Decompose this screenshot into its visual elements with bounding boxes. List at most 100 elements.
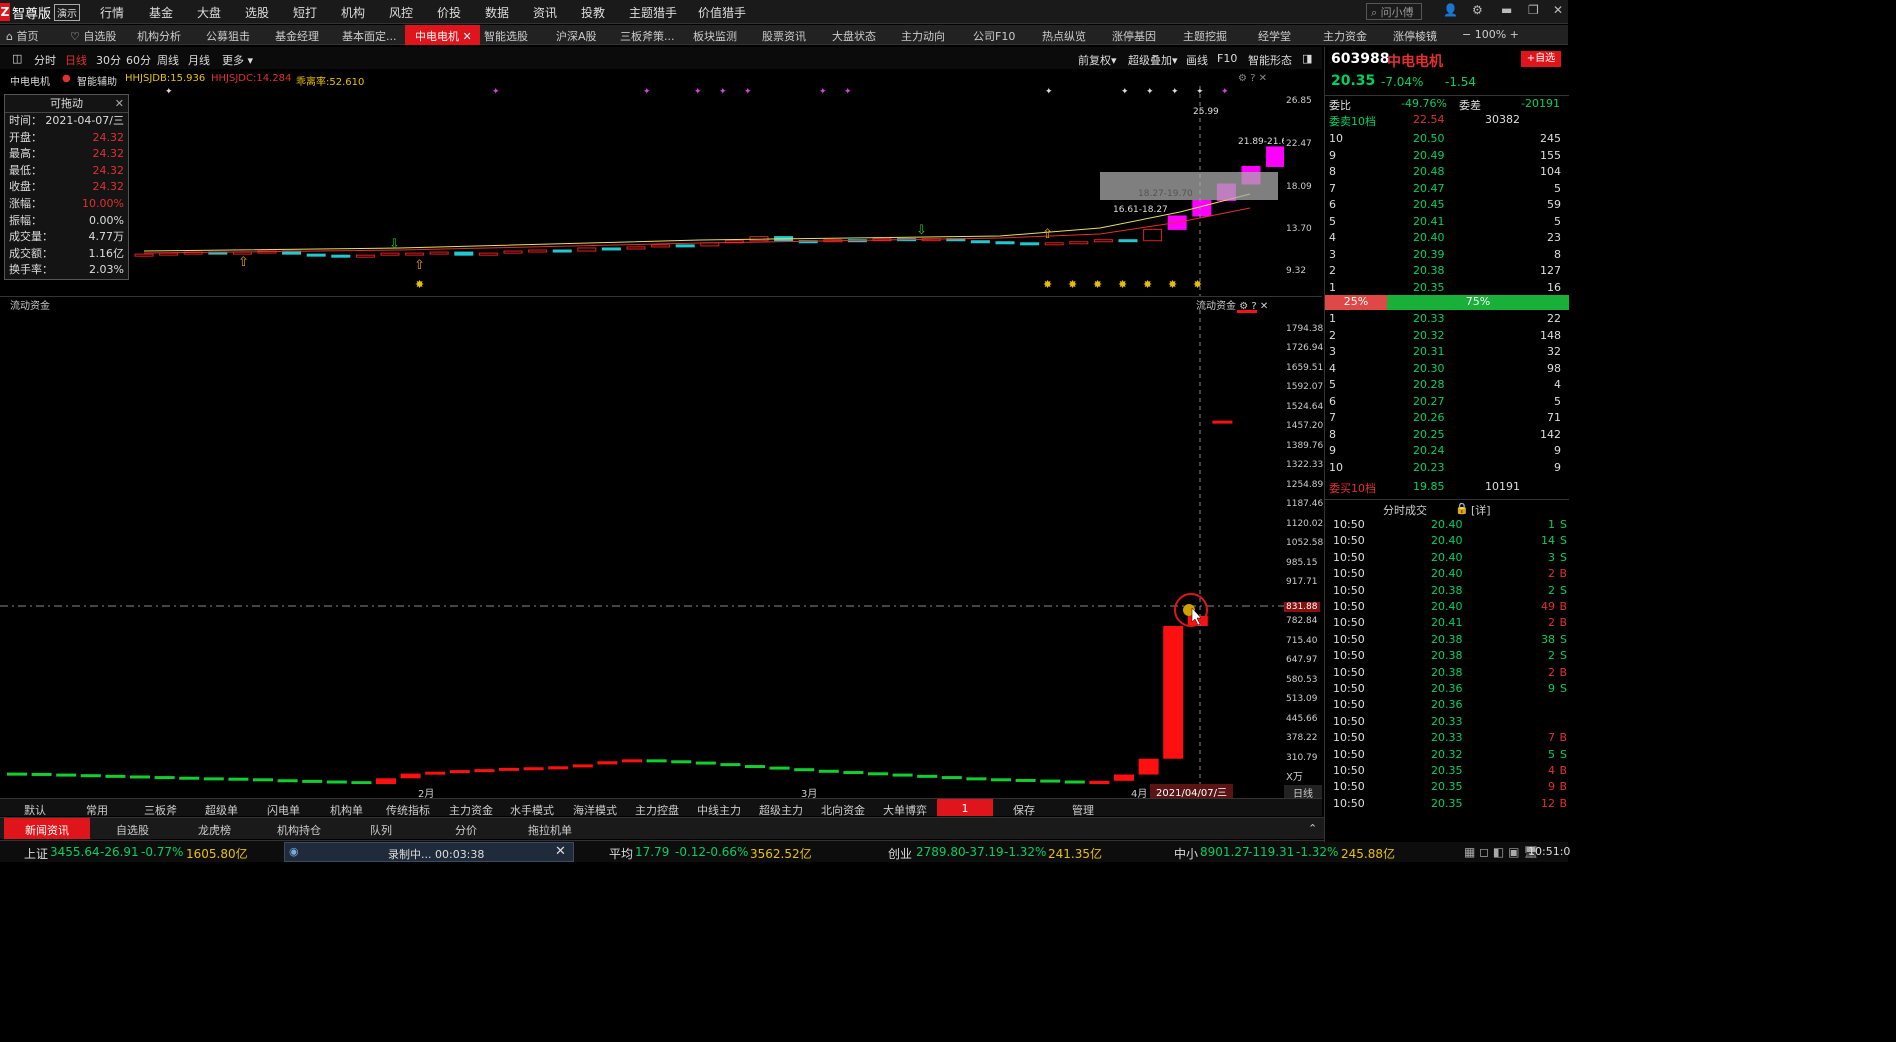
indicator-tab[interactable]: 默认 [24,802,46,818]
restore-icon[interactable]: ❐ [1528,3,1539,17]
ask-row[interactable]: 9 20.49 155 [1325,148,1569,165]
bottom-tab[interactable]: 分价 [455,822,477,838]
period-30min[interactable]: 30分 [96,52,121,68]
menu-item[interactable]: 选股 [245,4,269,21]
indicator-tab[interactable]: 传统指标 [386,802,430,818]
zoom-out-icon[interactable]: − [1462,28,1471,41]
expand-icon[interactable]: ⌃ [1308,822,1317,835]
menu-item[interactable]: 价值猎手 [698,4,746,21]
search-input[interactable]: ⌕ 问小傅 [1366,3,1422,20]
indicator-tab[interactable]: 管理 [1072,802,1094,818]
indicator-tab[interactable]: 1 [937,799,993,816]
bid-row[interactable]: 7 20.26 71 [1325,410,1569,427]
ask-row[interactable]: 1 20.35 16 [1325,280,1569,297]
indicator-tab[interactable]: 保存 [1013,802,1035,818]
period-intraday[interactable]: 分时 [34,52,56,68]
period-60min[interactable]: 60分 [126,52,151,68]
f10-button[interactable]: F10 [1217,52,1237,65]
tab[interactable]: 公司F10 [973,28,1015,44]
tab[interactable]: 主题挖掘 [1183,28,1227,44]
tab[interactable]: 经学堂 [1258,28,1291,44]
indicator-tab[interactable]: 三板斧 [144,802,177,818]
bid-row[interactable]: 2 20.32 148 [1325,328,1569,345]
bottom-tab[interactable]: 新闻资讯 [4,818,90,839]
tab-watchlist[interactable]: ♡ 自选股 [70,28,116,44]
indicator-tab[interactable]: 主力控盘 [635,802,679,818]
indicator-tab[interactable]: 大单博弈 [883,802,927,818]
ask-row[interactable]: 2 20.38 127 [1325,263,1569,280]
trade-detail-link[interactable]: [详] [1471,502,1491,518]
menu-item[interactable]: 机构 [341,4,365,21]
bid-row[interactable]: 8 20.25 142 [1325,427,1569,444]
assist-toggle-icon[interactable]: ● [62,73,71,84]
menu-item[interactable]: 主题猎手 [629,4,677,21]
tab[interactable]: 三板斧策... [620,28,675,44]
menu-item[interactable]: 基金 [149,4,173,21]
flow-chart[interactable] [0,310,1284,784]
layout-icon[interactable]: ◫ [12,52,22,65]
data-window[interactable]: 可拖动 ✕ 时间： 2021-04-07/三 开盘： 24.32 最高： 24.32 … [4,94,129,280]
settings-icon[interactable]: ⚙ [1472,3,1483,17]
bottom-tab[interactable]: 队列 [370,822,392,838]
indicator-tab[interactable]: 海洋模式 [573,802,617,818]
tab[interactable]: 主力动向 [901,28,945,44]
indicator-tab[interactable]: 中线主力 [697,802,741,818]
chart-settings-icon[interactable]: ⚙ ? ✕ [1238,73,1267,84]
ask-row[interactable]: 7 20.47 5 [1325,181,1569,198]
add-watchlist-button[interactable]: +自选 [1521,51,1561,67]
tab[interactable]: 涨停棱镜 [1393,28,1437,44]
tab[interactable]: 热点纵览 [1042,28,1086,44]
bid-row[interactable]: 9 20.24 9 [1325,443,1569,460]
index-label[interactable]: 平均 [609,845,633,862]
indicator-tab[interactable]: 超级单 [205,802,238,818]
close-icon[interactable]: ✕ [115,97,124,110]
ask-row[interactable]: 8 20.48 104 [1325,164,1569,181]
zoom-control[interactable]: − 100% + [1462,28,1519,41]
tab[interactable]: 股票资讯 [762,28,806,44]
tab[interactable]: 基本面定... [342,28,397,44]
bottom-tab[interactable]: 龙虎榜 [198,822,231,838]
tab[interactable]: 大盘状态 [832,28,876,44]
indicator-tab[interactable]: 水手模式 [510,802,554,818]
bottom-tab[interactable]: 机构持仓 [277,822,321,838]
ask-row[interactable]: 3 20.39 8 [1325,247,1569,264]
tab[interactable]: 板块监测 [693,28,737,44]
tab[interactable]: 基金经理 [275,28,319,44]
period-monthly[interactable]: 月线 [188,52,210,68]
adjust-dropdown[interactable]: 前复权▾ [1078,52,1117,68]
period-weekly[interactable]: 周线 [157,52,179,68]
data-window-title[interactable]: 可拖动 [5,95,128,113]
bid-row[interactable]: 6 20.27 5 [1325,394,1569,411]
ask-row[interactable]: 6 20.45 59 [1325,197,1569,214]
tab-home[interactable]: ⌂ 首页 [6,28,38,44]
menu-item[interactable]: 投教 [581,4,605,21]
menu-item[interactable]: 资讯 [533,4,557,21]
tab[interactable]: 智能选股 [484,28,528,44]
period-more[interactable]: 更多 ▾ [222,52,253,68]
pane-divider[interactable] [0,296,1322,297]
bottom-tab[interactable]: 自选股 [116,822,149,838]
recording-indicator[interactable]: ◉ 录制中... 00:03:38 ✕ [284,842,574,862]
menu-item[interactable]: 行情 [100,4,124,21]
bid-row[interactable]: 1 20.33 22 [1325,311,1569,328]
indicator-tab[interactable]: 主力资金 [449,802,493,818]
bid-row[interactable]: 3 20.31 32 [1325,344,1569,361]
kline-chart[interactable]: ✦ ✦ ✦ ✦ ✦ ✦ ✦ ✦ ✦ ✦ ✦ ✦ ✦ ✦✸ ✸ ✸ ✸ ✸ ✸ ✸ ✸⇧ ⇧⇧⇩⇩ 18.27-19.70 … [0,86,1284,296]
ask-row[interactable]: 5 20.41 5 [1325,214,1569,231]
user-icon[interactable]: 👤 [1443,3,1458,17]
indicator-tab[interactable]: 超级主力 [759,802,803,818]
indicator-tab[interactable]: 机构单 [330,802,363,818]
menu-item[interactable]: 短打 [293,4,317,21]
close-tab-icon[interactable]: ✕ [463,30,472,43]
close-icon[interactable]: ✕ [1553,3,1563,17]
index-label[interactable]: 创业 [888,845,912,862]
menu-item[interactable]: 大盘 [197,4,221,21]
tab-active[interactable]: 中电电机 ✕ [405,25,480,45]
menu-item[interactable]: 风控 [389,4,413,21]
ask-row[interactable]: 10 20.50 245 [1325,131,1569,148]
period-daily[interactable]: 日线 [65,52,87,68]
overlay-dropdown[interactable]: 超级叠加▾ [1128,52,1178,68]
ask-row[interactable]: 4 20.40 23 [1325,230,1569,247]
panel-toggle-icon[interactable]: ◨ [1302,52,1312,65]
tab[interactable]: 公募狙击 [206,28,250,44]
